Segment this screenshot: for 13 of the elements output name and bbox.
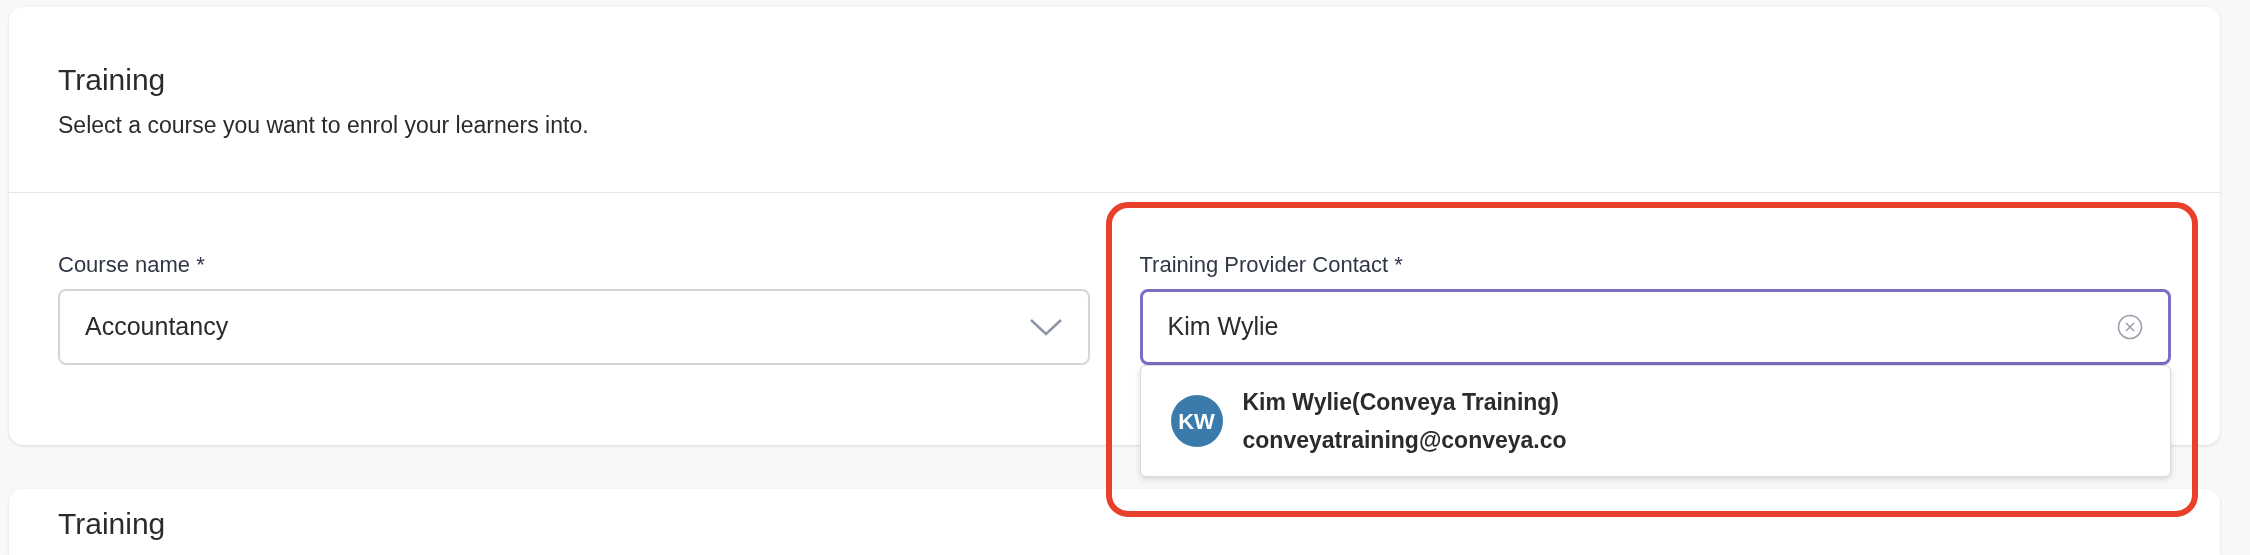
option-email: conveyatraining@conveya.co	[1242, 426, 1567, 454]
option-name: Kim Wylie(Conveya Training)	[1242, 388, 1561, 416]
input-field[interactable]: Kim Wylie	[1139, 289, 2171, 365]
section-description: Select a course you want to enrol your learners into.	[58, 111, 590, 140]
section-title: Training	[58, 62, 167, 98]
dropdown-option[interactable]: KW Kim Wylie(Conveya Training) conveyatraining@conveya.co	[1140, 386, 2170, 456]
chevron-down-icon	[1028, 317, 1063, 337]
field-label: Training Provider Contact *	[1139, 251, 1404, 279]
field-label: Course name *	[58, 251, 206, 279]
clear-icon[interactable]	[2117, 314, 2143, 340]
section-title: Training	[58, 506, 167, 542]
avatar: KW	[1170, 395, 1223, 447]
select-field[interactable]: Accountancy	[58, 289, 1090, 365]
